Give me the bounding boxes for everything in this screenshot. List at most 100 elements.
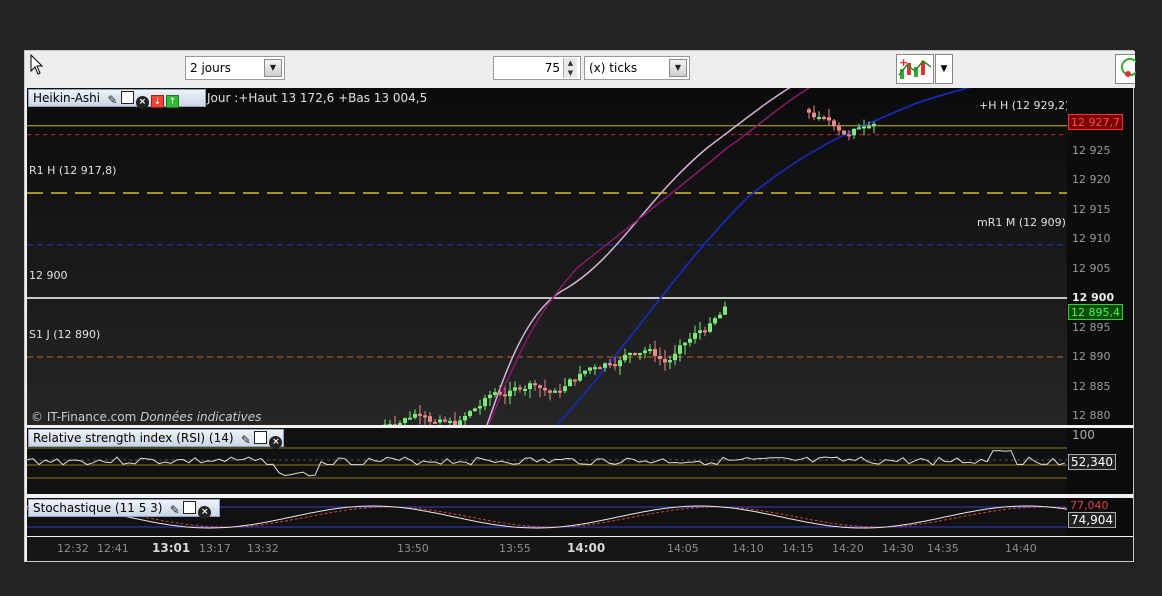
- candle-body: [483, 398, 487, 407]
- ticks-count-input[interactable]: 75 ▲ ▼: [493, 56, 581, 80]
- candle-body: [443, 419, 447, 422]
- stochastic-value-red: 77,040: [1070, 500, 1109, 511]
- heikin-ashi-candle: [827, 108, 831, 126]
- chevron-down-icon[interactable]: ▼: [264, 59, 282, 77]
- candle-body: [673, 353, 677, 361]
- candle-body: [423, 415, 427, 418]
- candle-body: [713, 318, 717, 324]
- heikin-ashi-candle: [438, 415, 442, 425]
- candle-body: [563, 386, 567, 392]
- indicator-name: Heikin-Ashi: [33, 91, 101, 105]
- candle-body: [558, 390, 562, 393]
- close-icon[interactable]: ×: [269, 436, 283, 449]
- candle-body: [418, 413, 422, 416]
- candle-body: [613, 364, 617, 367]
- chevron-down-icon[interactable]: ▼: [669, 59, 687, 77]
- rsi-axis: 100 52,340: [1067, 428, 1133, 494]
- candle-body: [678, 345, 682, 354]
- heikin-ashi-candle: [553, 388, 557, 394]
- candle-body: [408, 417, 412, 420]
- candle-body: [588, 367, 592, 371]
- price-chart-panel[interactable]: Heikin-Ashi ✎ × ↓ ↑ Jour :+Haut 13 172,6 +B…: [27, 88, 1067, 425]
- rsi-line: [27, 450, 1066, 477]
- price-tick: 12 915: [1072, 202, 1111, 216]
- add-indicator-icon[interactable]: +: [896, 54, 934, 84]
- heikin-ashi-candle: [448, 417, 452, 425]
- price-axis[interactable]: 12 93012 92512 92012 91512 91012 90512 9…: [1067, 88, 1133, 425]
- time-tick: 13:17: [199, 542, 231, 555]
- time-tick: 14:40: [1005, 542, 1037, 555]
- candle-body: [668, 360, 672, 363]
- candle-body: [663, 359, 667, 363]
- heikin-ashi-candle: [708, 317, 712, 334]
- heikin-ashi-candle: [543, 379, 547, 396]
- candle-body: [608, 363, 612, 366]
- candle-body: [498, 392, 502, 395]
- ticks-unit-select[interactable]: (x) ticks ▼: [584, 56, 690, 80]
- heikin-ashi-candle: [593, 364, 597, 376]
- candle-body: [508, 390, 512, 397]
- heikin-ashi-candle: [822, 115, 826, 121]
- heikin-ashi-candle: [718, 311, 722, 319]
- spinner-arrows-icon[interactable]: ▲ ▼: [563, 58, 577, 78]
- ticks-count-value: 75: [544, 61, 560, 75]
- stochastic-panel[interactable]: Stochastique (11 5 3) ✎ ×: [27, 498, 1067, 536]
- heikin-ashi-candle: [618, 357, 622, 375]
- period-select[interactable]: 2 jours ▼: [185, 56, 285, 80]
- heikin-ashi-candle: [473, 407, 477, 412]
- candle-body: [533, 383, 537, 386]
- time-tick: 14:15: [782, 542, 814, 555]
- heikin-ashi-candle: [663, 349, 667, 371]
- heikin-ashi-candle: [837, 122, 841, 136]
- candle-body: [683, 342, 687, 346]
- heikin-ashi-candle: [478, 399, 482, 415]
- candle-body: [403, 418, 407, 424]
- heikin-ashi-candle: [678, 339, 682, 362]
- arrow-up-icon[interactable]: ↑: [165, 95, 179, 108]
- heikin-ashi-candle: [523, 385, 527, 396]
- candle-body: [523, 388, 527, 391]
- price-tick: 12 895: [1072, 320, 1111, 334]
- candle-body: [388, 424, 392, 425]
- wrench-icon[interactable]: ✎: [239, 434, 252, 447]
- heikin-ashi-candle: [413, 409, 417, 420]
- candle-body: [648, 349, 652, 352]
- candle-body: [832, 120, 836, 127]
- wrench-icon[interactable]: ✎: [168, 504, 181, 517]
- chevron-down-icon[interactable]: ▼: [935, 54, 953, 84]
- tool-icon[interactable]: [1115, 54, 1136, 84]
- close-icon[interactable]: ×: [198, 506, 212, 519]
- candle-body: [578, 373, 582, 381]
- heikin-ashi-candle: [578, 365, 582, 382]
- copyright-text: © IT-Finance.com: [31, 410, 137, 424]
- candle-body: [503, 394, 507, 397]
- candle-body: [528, 383, 532, 389]
- candle-body: [468, 411, 472, 417]
- close-icon[interactable]: ×: [135, 96, 149, 109]
- candle-body: [822, 116, 826, 119]
- candle-body: [538, 385, 542, 388]
- wrench-icon[interactable]: ✎: [106, 94, 119, 107]
- candle-body: [513, 387, 517, 391]
- candle-body: [433, 421, 437, 424]
- arrow-down-icon[interactable]: ↓: [150, 95, 164, 108]
- heikin-ashi-candle: [817, 111, 821, 121]
- heikin-ashi-candle: [533, 379, 537, 391]
- heikin-ashi-candle: [723, 301, 727, 316]
- window-icon[interactable]: [254, 431, 268, 444]
- heikin-ashi-candle: [658, 347, 662, 366]
- rsi-panel[interactable]: Relative strength index (RSI) (14) ✎ ×: [27, 428, 1067, 494]
- heikin-ashi-candle: [388, 419, 392, 425]
- candle-body: [493, 392, 497, 395]
- price-tick: 12 885: [1072, 379, 1111, 393]
- price-chart-canvas: [27, 88, 1067, 425]
- candle-body: [688, 338, 692, 343]
- heikin-ashi-candle: [518, 384, 522, 393]
- window-icon[interactable]: [120, 91, 134, 104]
- window-icon[interactable]: [183, 501, 197, 514]
- heikin-ashi-candle: [383, 419, 387, 425]
- candle-body: [633, 353, 637, 356]
- candle-body: [837, 126, 841, 131]
- heikin-ashi-candle: [563, 377, 567, 394]
- toolbar: 2 jours ▼ 75 ▲ ▼ (x) ticks ▼ + ▼: [25, 51, 1136, 88]
